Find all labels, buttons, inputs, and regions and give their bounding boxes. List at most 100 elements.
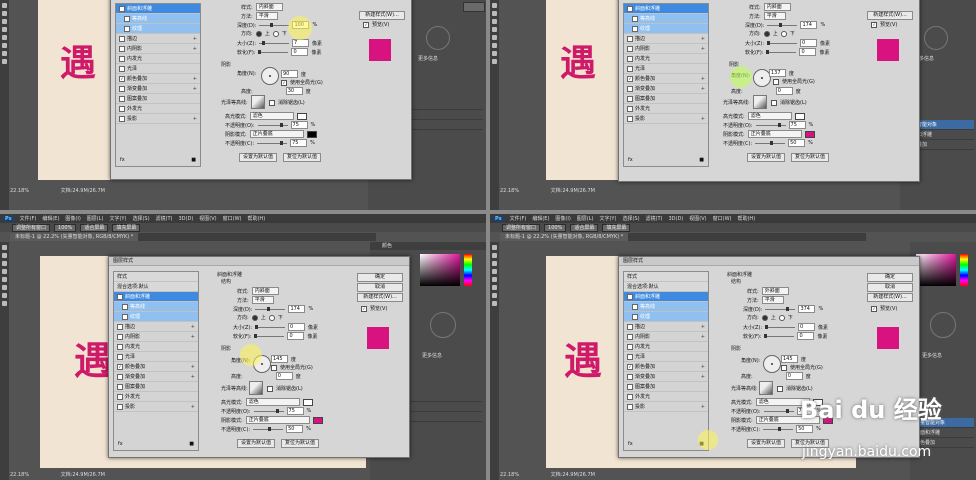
- menu-edit[interactable]: 编辑(E): [42, 215, 59, 222]
- depth-slider[interactable]: [255, 306, 286, 311]
- zoom-100-button[interactable]: 100%: [54, 223, 77, 232]
- menu-window[interactable]: 窗口(W): [713, 215, 732, 222]
- global-light-checkbox[interactable]: [271, 364, 277, 371]
- gloss-contour-picker[interactable]: [759, 381, 773, 395]
- text-tool-icon[interactable]: [2, 293, 7, 298]
- style-item-stroke[interactable]: 描边 +: [114, 322, 198, 332]
- preview-checkbox[interactable]: ✓: [871, 305, 877, 312]
- fx-icon[interactable]: fx: [120, 157, 125, 164]
- color-panel-tab[interactable]: 颜色: [370, 242, 486, 250]
- altitude-input[interactable]: 30: [285, 87, 303, 95]
- shadow-color-swatch[interactable]: [306, 130, 317, 138]
- angle-dial[interactable]: [763, 355, 781, 373]
- size-slider[interactable]: [255, 324, 286, 329]
- hand-tool-icon[interactable]: [492, 59, 497, 64]
- soften-slider[interactable]: [258, 49, 289, 54]
- color-field[interactable]: [916, 254, 956, 286]
- marquee-tool-icon[interactable]: [2, 11, 7, 16]
- fx-icon[interactable]: fx: [118, 441, 123, 448]
- shadow-opacity-input[interactable]: 50: [788, 139, 806, 147]
- size-input[interactable]: 0: [800, 39, 818, 47]
- style-item-drop-shadow[interactable]: 投影 +: [624, 402, 708, 412]
- blend-options-item[interactable]: 混合选项:默认: [624, 282, 708, 292]
- soften-input[interactable]: 0: [287, 332, 305, 340]
- style-item-color-overlay[interactable]: ✓ 颜色叠加 +: [624, 74, 708, 84]
- style-item-pattern-overlay[interactable]: 图案叠加: [624, 382, 708, 392]
- angle-input[interactable]: 145: [271, 355, 288, 363]
- angle-input[interactable]: 145: [781, 355, 798, 363]
- eraser-tool-icon[interactable]: [492, 43, 497, 48]
- size-slider[interactable]: [259, 40, 290, 45]
- bevel-style-select[interactable]: 外斜面: [761, 287, 789, 295]
- highlight-opacity-slider[interactable]: [755, 122, 786, 127]
- shadow-opacity-slider[interactable]: [763, 426, 794, 431]
- direction-down-radio[interactable]: [780, 30, 787, 37]
- style-item-stroke[interactable]: 描边 +: [624, 34, 708, 44]
- hand-tool-icon[interactable]: [2, 59, 7, 64]
- style-item-inner-glow[interactable]: 内发光: [624, 342, 708, 352]
- hand-tool-icon[interactable]: [492, 301, 497, 306]
- menu-select[interactable]: 选择(S): [622, 215, 639, 222]
- styles-header[interactable]: 样式: [624, 272, 708, 282]
- style-item-stroke[interactable]: 描边 +: [624, 322, 708, 332]
- highlight-mode-select[interactable]: 滤色: [747, 112, 792, 120]
- more-info-link[interactable]: 更多信息: [418, 55, 438, 62]
- depth-input[interactable]: 174: [288, 305, 306, 313]
- shadow-opacity-input[interactable]: 50: [286, 425, 304, 433]
- shadow-opacity-input[interactable]: 75: [290, 139, 308, 147]
- depth-slider[interactable]: [259, 22, 290, 27]
- depth-input[interactable]: 174: [800, 21, 818, 29]
- text-tool-icon[interactable]: [2, 51, 7, 56]
- lasso-tool-icon[interactable]: [2, 261, 7, 266]
- style-item-bevel[interactable]: ✓ 斜面和浮雕: [114, 292, 198, 302]
- menu-filter[interactable]: 滤镜(T): [646, 215, 663, 222]
- marquee-tool-icon[interactable]: [492, 253, 497, 258]
- hue-slider[interactable]: [960, 254, 968, 286]
- angle-input[interactable]: 90: [281, 70, 298, 78]
- bevel-style-select[interactable]: 内斜面: [251, 287, 279, 295]
- soften-input[interactable]: 0: [799, 48, 817, 56]
- shadow-opacity-slider[interactable]: [257, 140, 288, 145]
- zoom-100-button[interactable]: 100%: [544, 223, 567, 232]
- technique-select[interactable]: 平滑: [763, 12, 786, 20]
- style-item-outer-glow[interactable]: 外发光: [114, 392, 198, 402]
- soften-slider[interactable]: [766, 49, 797, 54]
- menu-file[interactable]: 文件(F): [510, 215, 527, 222]
- hue-slider[interactable]: [464, 254, 472, 286]
- document-tab[interactable]: 未标题-1 @ 22.2% (矢量智能对象, RGB/8/CMYK) *: [500, 233, 629, 241]
- move-tool-icon[interactable]: [492, 245, 497, 250]
- highlight-opacity-input[interactable]: 75: [788, 121, 806, 129]
- technique-select[interactable]: 平滑: [255, 12, 278, 20]
- highlight-mode-select[interactable]: 滤色: [249, 112, 294, 120]
- angle-input[interactable]: 137: [769, 69, 786, 77]
- style-item-inner-glow[interactable]: 内发光: [116, 54, 200, 64]
- technique-select[interactable]: 平滑: [251, 296, 274, 304]
- direction-up-radio[interactable]: [763, 30, 770, 37]
- soften-input[interactable]: 0: [291, 48, 309, 56]
- highlight-color-swatch[interactable]: [296, 112, 307, 120]
- antialias-checkbox[interactable]: [777, 385, 783, 392]
- menu-layer[interactable]: 图层(L): [87, 215, 104, 222]
- text-tool-icon[interactable]: [492, 293, 497, 298]
- preview-checkbox[interactable]: ✓: [361, 305, 367, 312]
- style-item-stroke[interactable]: 描边 +: [116, 34, 200, 44]
- move-tool-icon[interactable]: [492, 3, 497, 8]
- effect-row[interactable]: 斜面和浮雕: [912, 428, 974, 438]
- style-item-inner-shadow[interactable]: 内阴影 +: [114, 332, 198, 342]
- set-default-button[interactable]: 设置为默认值: [237, 439, 275, 448]
- style-item-drop-shadow[interactable]: 投影 +: [624, 114, 708, 124]
- shadow-color-swatch[interactable]: [804, 130, 815, 138]
- menu-help[interactable]: 帮助(H): [247, 215, 265, 222]
- altitude-input[interactable]: 0: [275, 372, 293, 380]
- ok-button[interactable]: 确定: [357, 273, 403, 282]
- antialias-checkbox[interactable]: [267, 385, 273, 392]
- highlight-opacity-input[interactable]: 75: [290, 121, 308, 129]
- new-style-button[interactable]: 新建样式(W)...: [357, 293, 403, 302]
- color-field[interactable]: [420, 254, 460, 286]
- size-input[interactable]: 0: [288, 323, 306, 331]
- reset-default-button[interactable]: 复位为默认值: [281, 439, 319, 448]
- lasso-tool-icon[interactable]: [2, 19, 7, 24]
- shadow-color-swatch[interactable]: [312, 416, 323, 424]
- menu-type[interactable]: 文字(Y): [109, 215, 126, 222]
- menu-filter[interactable]: 滤镜(T): [156, 215, 173, 222]
